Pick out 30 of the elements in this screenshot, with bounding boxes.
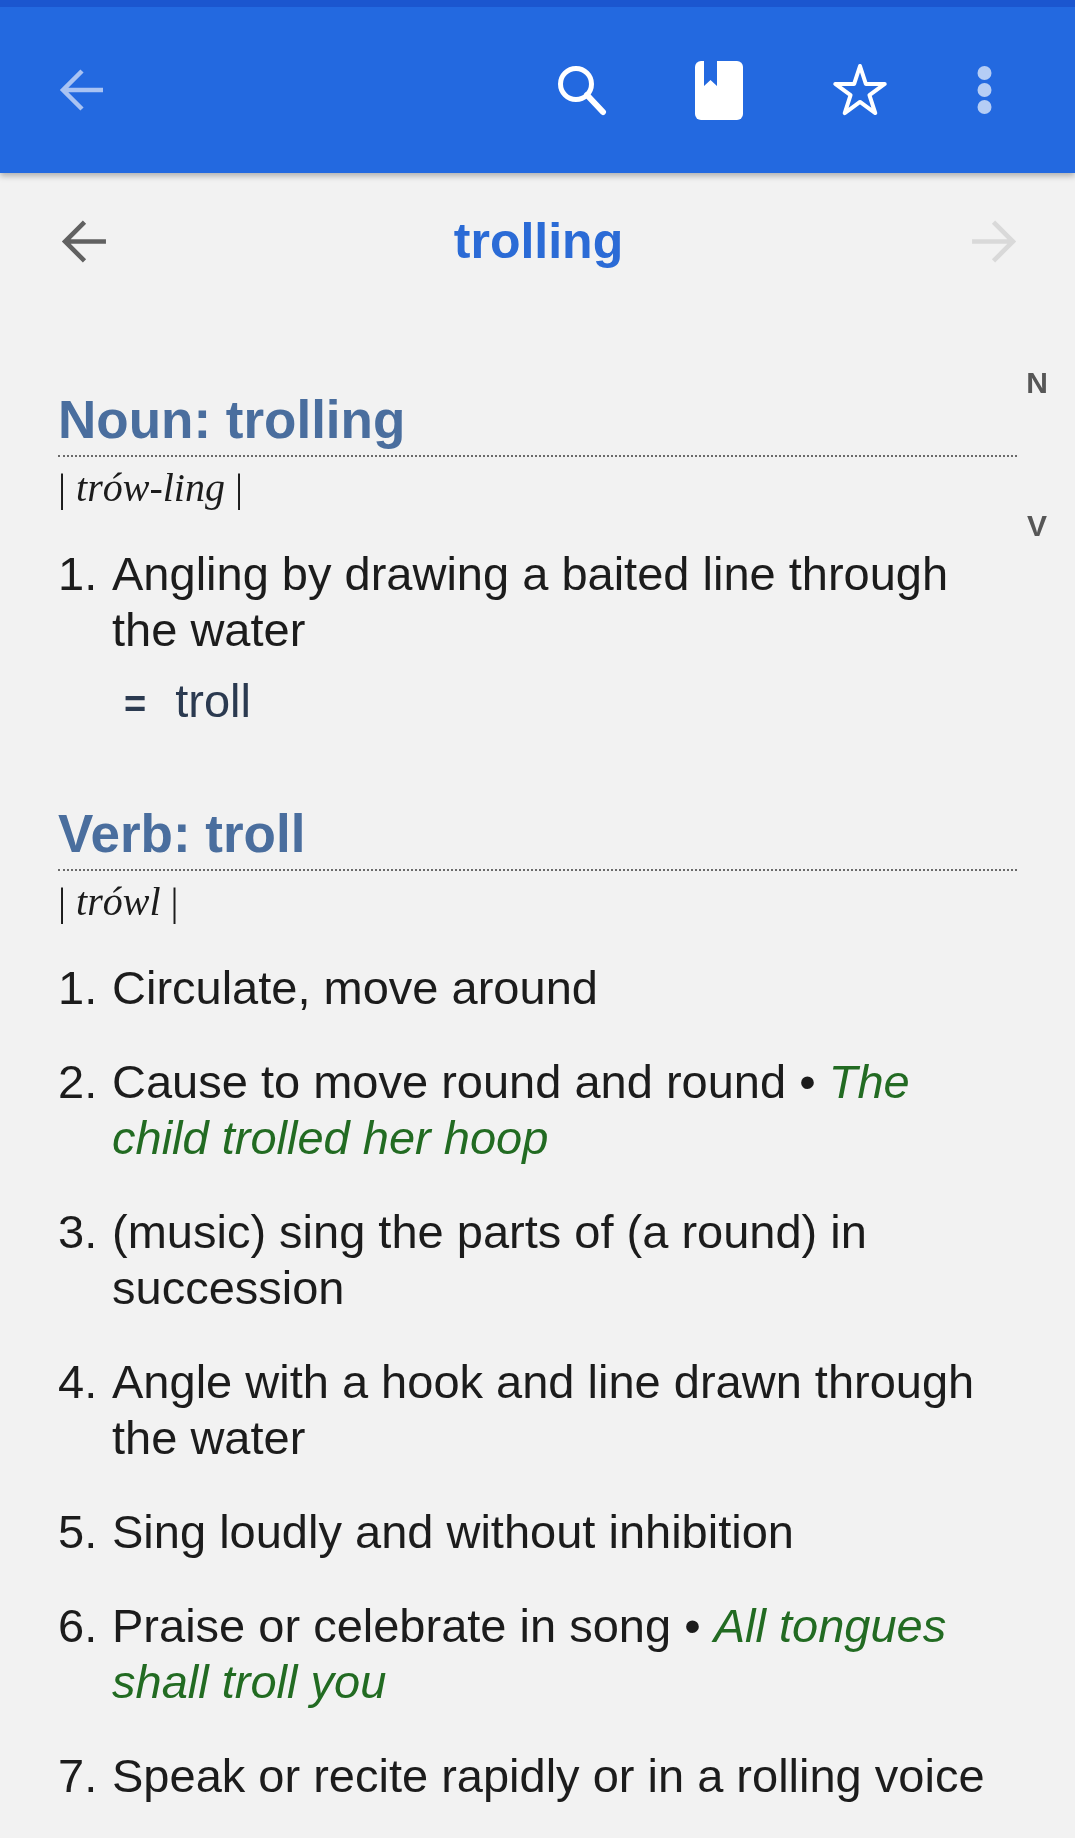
book-icon[interactable] — [695, 60, 743, 120]
pronunciation: | trów-ling | — [58, 465, 243, 511]
definition-text: (music) sing the parts of (a round) in succession — [112, 1204, 868, 1316]
sense-number: 1. — [58, 960, 98, 1016]
sense-number: 4. — [58, 1354, 98, 1410]
sense-number: 1. — [58, 546, 98, 602]
part-of-speech-heading: Verb: troll — [58, 805, 306, 863]
word-title: trolling — [453, 212, 624, 271]
definition-text: Speak or recite rapidly or in a rolling voice — [112, 1748, 985, 1804]
sense-number: 6. — [58, 1598, 98, 1654]
star-icon[interactable] — [831, 63, 889, 117]
definition-text: Sing loudly and without inhibition — [112, 1504, 794, 1560]
part-of-speech-heading: Noun: trolling — [58, 391, 406, 449]
pronunciation: | trówl | — [58, 879, 179, 925]
definition-text: Cause to move round and round • The child trolled her hoop — [112, 1054, 911, 1166]
sense-number: 5. — [58, 1504, 98, 1560]
more-icon[interactable] — [977, 66, 992, 114]
definition-text: Circulate, move around — [112, 960, 598, 1016]
sense-number: 3. — [58, 1204, 98, 1260]
index-letter[interactable]: V — [1027, 508, 1047, 544]
definition-text: Praise or celebrate in song • All tongues shall troll you — [112, 1598, 948, 1710]
definition-text: Angling by drawing a baited line through the water — [112, 546, 950, 658]
sense-number: 7. — [58, 1748, 98, 1804]
search-icon[interactable] — [556, 64, 607, 116]
index-letter[interactable]: N — [1026, 365, 1048, 401]
sense-number: 2. — [58, 1054, 98, 1110]
definition-text: Angle with a hook and line drawn through the water — [112, 1354, 976, 1466]
synonym-marker: = — [124, 682, 147, 727]
synonym-link[interactable]: troll — [175, 673, 251, 729]
back-arrow-icon[interactable] — [59, 67, 105, 113]
